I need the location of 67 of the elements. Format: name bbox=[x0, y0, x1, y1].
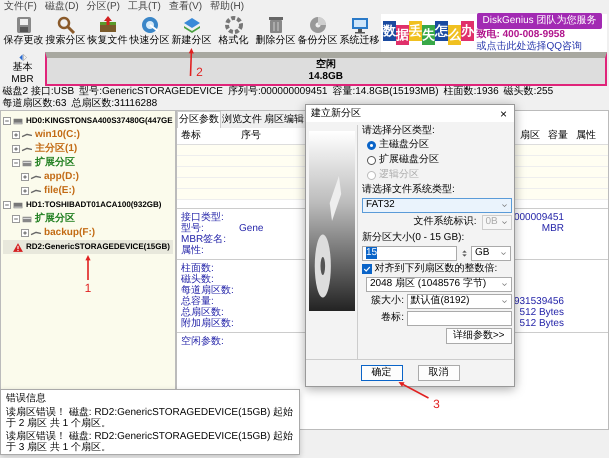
field-label: 请选择分区类型: bbox=[362, 124, 436, 136]
tree-item-label: 扩展分区 bbox=[35, 213, 75, 225]
tree-item-label: app(D:) bbox=[44, 171, 79, 183]
disk-info-text: 每道扇区数:63 bbox=[2, 98, 66, 110]
disk-info-text: 容量:14.8GB(15193MB) bbox=[332, 86, 439, 98]
error-message: 读扇区错误！ 磁盘: RD2:GenericSTORAGEDEVICE(15GB) 起始于 3 扇区 共 1 个扇区。 bbox=[6, 431, 294, 453]
disk-info-text: 序列号:000000009451 bbox=[228, 86, 328, 98]
radio-option: 逻辑分区 bbox=[362, 168, 512, 182]
disk-info-text: 柱面数:1936 bbox=[444, 86, 499, 98]
disk-type-label: 基本 bbox=[12, 62, 32, 74]
detail-value: 000009451 bbox=[514, 212, 565, 223]
tree-item-label: win10(C:) bbox=[35, 129, 80, 141]
field-label: 簇大小: bbox=[371, 295, 404, 307]
column-header: 容量 bbox=[548, 130, 568, 142]
tree-item-label: backup(F:) bbox=[44, 227, 96, 239]
annotation-number: 3 bbox=[433, 397, 440, 411]
field-label: 新分区大小(0 - 15 GB): bbox=[362, 232, 466, 244]
window-title: 错误信息 bbox=[6, 392, 46, 404]
banner-phone: 致电: 400-008-9958 bbox=[476, 29, 565, 40]
detail-label: 每道扇区数: bbox=[181, 285, 235, 296]
detail-label: 接口类型: bbox=[181, 212, 225, 223]
banner-character: 丢 bbox=[409, 21, 422, 41]
detail-label: 属性: bbox=[181, 245, 205, 256]
partition-label: 空闲 bbox=[316, 59, 336, 71]
dialog-title: 建立新分区 bbox=[311, 108, 361, 120]
detail-label: 总容量: bbox=[181, 296, 215, 307]
tree-item-label: 主分区(1) bbox=[35, 143, 78, 155]
detail-value: MBR bbox=[542, 223, 565, 234]
banner-character: 据 bbox=[396, 25, 409, 45]
detail-label: 总扇区数: bbox=[181, 307, 225, 318]
banner-character: 办 bbox=[461, 21, 474, 41]
detail-label: 空闲参数: bbox=[181, 336, 225, 347]
annotation-number: 2 bbox=[196, 65, 203, 79]
disk-info-text: 磁盘2 接口:USB bbox=[2, 86, 74, 98]
detail-label: 磁头数: bbox=[181, 274, 215, 285]
banner-character: 么 bbox=[448, 25, 461, 45]
field-label: 文件系统标识: bbox=[414, 216, 476, 228]
field-label: 请选择文件系统类型: bbox=[362, 184, 456, 196]
partition-scheme-label: MBR bbox=[11, 74, 34, 86]
disk-info-text: 型号:GenericSTORAGEDEVICE bbox=[79, 86, 223, 98]
partition-size: 14.8GB bbox=[308, 71, 343, 83]
tree-item-label: HD1:TOSHIBADT01ACA100(932GB) bbox=[26, 200, 162, 210]
detail-label: 型号: bbox=[181, 223, 205, 234]
column-header: 扇区 bbox=[520, 130, 540, 142]
tree-item-label: RD2:GenericSTORAGEDEVICE(15GB) bbox=[26, 242, 170, 252]
banner-character: 数 bbox=[383, 21, 396, 41]
disk-info-text: 磁头数:255 bbox=[504, 86, 554, 98]
banner-character: 怎 bbox=[435, 21, 448, 41]
detail-value: 512 Bytes bbox=[520, 318, 565, 329]
disk-info-text: 总扇区数:31116288 bbox=[71, 98, 158, 110]
detail-value: 931539456 bbox=[514, 296, 565, 307]
column-header: 属性 bbox=[576, 130, 596, 142]
detail-value: 512 Bytes bbox=[520, 307, 565, 318]
tree-item-label: HD0:KINGSTONSA400S37480G(447GE bbox=[26, 116, 173, 126]
detail-label: MBR签名: bbox=[181, 234, 227, 245]
detail-label: 柱面数: bbox=[181, 263, 215, 274]
error-message: 读扇区错误！ 磁盘: RD2:GenericSTORAGEDEVICE(15GB) 起始于 2 扇区 共 1 个扇区。 bbox=[6, 407, 294, 429]
column-header: 序号 bbox=[241, 130, 261, 142]
tree-item-label: 扩展分区 bbox=[35, 157, 75, 169]
field-label: 卷标: bbox=[381, 312, 404, 324]
annotation-number: 1 bbox=[84, 281, 92, 295]
detail-value: Gene bbox=[239, 223, 264, 234]
tree-item-label: file(E:) bbox=[44, 185, 76, 197]
banner-slogan: DiskGenius 团队为您服务 bbox=[476, 13, 602, 29]
banner-character: 失 bbox=[422, 25, 435, 45]
detail-label: 附加扇区数: bbox=[181, 318, 235, 329]
column-header: 卷标 bbox=[181, 130, 201, 142]
